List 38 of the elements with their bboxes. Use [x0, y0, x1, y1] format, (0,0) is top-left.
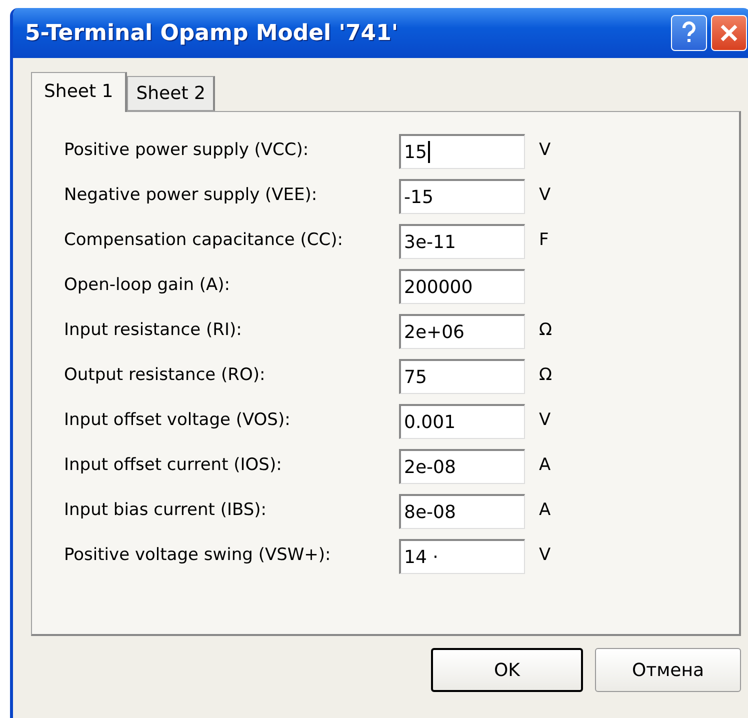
unit-label: V — [539, 544, 551, 565]
field-label: Input bias current (IBS): — [64, 499, 268, 520]
unit-label: Ω — [539, 364, 552, 385]
input-field[interactable]: 15 — [399, 134, 525, 169]
unit-label: A — [539, 454, 551, 475]
question-mark-icon — [681, 21, 697, 45]
field-label: Positive power supply (VCC): — [64, 139, 310, 160]
field-label: Compensation capacitance (CC): — [64, 229, 344, 250]
input-field[interactable]: 2e-08 — [399, 449, 525, 484]
tab[interactable]: Sheet 2 — [127, 76, 216, 111]
input-field[interactable]: -15 — [399, 179, 525, 214]
unit-label: V — [539, 409, 551, 430]
input-field[interactable]: 3e-11 — [399, 224, 525, 259]
close-icon — [719, 23, 739, 43]
field-label: Input offset current (IOS): — [64, 454, 283, 475]
field-label: Positive voltage swing (VSW+): — [64, 544, 332, 565]
unit-label: Ω — [539, 319, 552, 340]
unit-label: V — [539, 139, 551, 160]
input-field[interactable]: 75 — [399, 359, 525, 394]
cancel-button[interactable]: Отмена — [595, 648, 741, 692]
input-field[interactable]: 2e+06 — [399, 314, 525, 349]
input-field[interactable]: 0.001 — [399, 404, 525, 439]
input-field[interactable]: 200000 — [399, 269, 525, 304]
input-field[interactable]: 8e-08 — [399, 494, 525, 529]
unit-label: A — [539, 499, 551, 520]
field-label: Input offset voltage (VOS): — [64, 409, 292, 430]
unit-label: F — [539, 229, 549, 250]
field-label: Input resistance (RI): — [64, 319, 243, 340]
window-title: 5-Terminal Opamp Model '741' — [25, 20, 400, 46]
unit-label: V — [539, 184, 551, 205]
ok-button[interactable]: OK — [431, 648, 583, 692]
close-button[interactable] — [711, 15, 747, 51]
field-label: Output resistance (RO): — [64, 364, 266, 385]
tab[interactable]: Sheet 1 — [31, 72, 128, 112]
input-field[interactable]: 14 · — [399, 539, 525, 574]
field-label: Negative power supply (VEE): — [64, 184, 318, 205]
field-label: Open-loop gain (A): — [64, 274, 231, 295]
help-button[interactable] — [671, 15, 707, 51]
